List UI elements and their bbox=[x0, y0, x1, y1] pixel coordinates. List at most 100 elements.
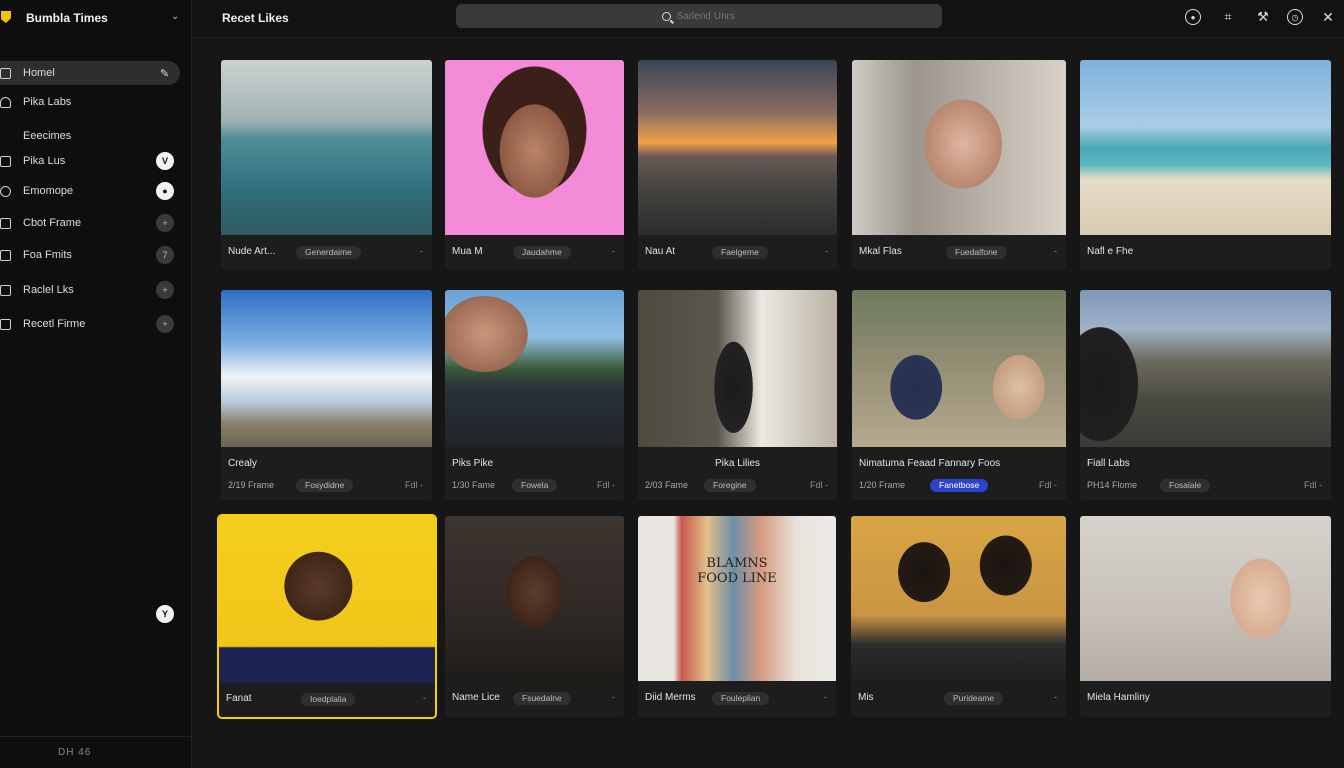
more-options-icon[interactable]: Fdl - bbox=[1039, 480, 1057, 490]
sidebar-item-badge: ● bbox=[156, 182, 174, 200]
card-title: Piks Pike bbox=[452, 458, 494, 469]
media-card[interactable]: Miela Hamliny bbox=[1080, 516, 1331, 717]
media-card[interactable]: Nude Art... Generdaime - bbox=[221, 60, 432, 270]
thumbnail-image bbox=[445, 290, 624, 447]
more-options-icon[interactable]: Fdl - bbox=[405, 480, 423, 490]
media-card[interactable]: Nau At Faelgeme - bbox=[638, 60, 837, 270]
more-options-icon[interactable]: Fdl - bbox=[1304, 480, 1322, 490]
media-card-selected[interactable]: Fanat Ioedplalia - bbox=[217, 514, 437, 719]
brand[interactable]: Bumbla Times ⌄ bbox=[0, 0, 192, 38]
grid-icon bbox=[0, 155, 11, 167]
list-icon bbox=[0, 318, 11, 330]
app-title: Bumbla Times bbox=[26, 11, 108, 25]
media-card[interactable]: Mua M Jaudahme - bbox=[445, 60, 624, 270]
sidebar-item-badge: + bbox=[156, 315, 174, 333]
card-tag[interactable]: Ioedplalia bbox=[301, 693, 356, 706]
card-tag[interactable]: Fsuedalne bbox=[513, 692, 571, 705]
card-tag[interactable]: Purideame bbox=[944, 692, 1004, 705]
media-card[interactable]: Mkal Flas Fuedalfone - bbox=[852, 60, 1066, 270]
card-tag[interactable]: Foregine bbox=[704, 479, 756, 492]
account-icon[interactable]: ● bbox=[1185, 9, 1201, 25]
close-icon[interactable]: ✕ bbox=[1320, 9, 1336, 25]
thumbnail-image bbox=[221, 60, 432, 235]
thumbnail-image bbox=[638, 60, 837, 235]
sidebar-footer-text: DH 46 bbox=[58, 747, 92, 758]
chevron-down-icon[interactable]: ⌄ bbox=[171, 11, 179, 22]
search-input[interactable] bbox=[676, 10, 737, 22]
card-title: Miela Hamliny bbox=[1087, 692, 1150, 703]
more-options-icon[interactable]: - bbox=[420, 246, 423, 256]
thumbnail-image bbox=[851, 516, 1066, 681]
more-options-icon[interactable]: - bbox=[824, 692, 827, 702]
crop-icon[interactable]: ⌗ bbox=[1220, 9, 1236, 25]
sidebar-item-label: Pika Labs bbox=[23, 96, 72, 108]
sidebar-item-home[interactable]: Homel ✎ bbox=[0, 61, 180, 85]
sidebar-item-badge: + bbox=[156, 214, 174, 232]
history-icon[interactable]: ◷ bbox=[1287, 9, 1303, 25]
sidebar-item-label: Foa Fmits bbox=[23, 249, 72, 261]
card-tag[interactable]: Generdaime bbox=[296, 246, 361, 259]
card-tag[interactable]: Fouleplian bbox=[712, 692, 770, 705]
more-options-icon[interactable]: Fdl - bbox=[597, 480, 615, 490]
sidebar-footer: DH 46 bbox=[0, 736, 192, 768]
card-title: Crealy bbox=[228, 458, 257, 469]
media-card[interactable]: Name Lice Fsuedalne - bbox=[445, 516, 624, 717]
thumbnail-image: BLAMNS FOOD LINE bbox=[638, 516, 836, 681]
more-options-icon[interactable]: Fdl - bbox=[810, 480, 828, 490]
sidebar-item-cbot-frame[interactable]: Cbot Frame + bbox=[0, 211, 180, 235]
card-tag[interactable]: Fanetbose bbox=[930, 479, 989, 492]
media-card[interactable]: Mis Purideame - bbox=[851, 516, 1066, 717]
page-title: Recet Likes bbox=[222, 11, 289, 25]
media-card[interactable]: Piks Pike 1/30 Fame Fowela Fdl - bbox=[445, 290, 624, 500]
thumbnail-image bbox=[852, 290, 1066, 447]
sidebar-item-pika-lus[interactable]: Pika Lus V bbox=[0, 149, 180, 173]
sidebar-item-raclel-lks[interactable]: Raclel Lks + bbox=[0, 278, 180, 302]
card-subtitle: 2/03 Fame bbox=[645, 480, 689, 490]
card-title: Diid Merms bbox=[645, 692, 696, 703]
more-options-icon[interactable]: - bbox=[423, 693, 426, 703]
more-options-icon[interactable]: - bbox=[825, 246, 828, 256]
sidebar-floating-badge[interactable]: Y bbox=[156, 605, 174, 623]
top-bar: Recet Likes ● ⌗ ⚒ ◷ ✕ bbox=[193, 0, 1344, 38]
sidebar-item-emomope[interactable]: Emomope ● bbox=[0, 179, 180, 203]
card-tag[interactable]: Fowela bbox=[512, 479, 558, 492]
media-card[interactable]: Nimatuma Feaad Fannary Foos 1/20 Frame F… bbox=[852, 290, 1066, 500]
card-tag[interactable]: Fosydidne bbox=[296, 479, 354, 492]
tools-icon[interactable]: ⚒ bbox=[1255, 9, 1271, 25]
thumbnail-image bbox=[1080, 60, 1331, 235]
search-bar[interactable] bbox=[456, 4, 942, 28]
media-card[interactable]: Pika Lilies 2/03 Fame Foregine Fdl - bbox=[638, 290, 837, 500]
sidebar-item-label: Raclel Lks bbox=[23, 284, 74, 296]
sidebar: Bumbla Times ⌄ Homel ✎ Pika Labs Eeecime… bbox=[0, 0, 192, 768]
sidebar-item-pika-labs[interactable]: Pika Labs bbox=[0, 90, 180, 114]
card-tag[interactable]: Jaudahme bbox=[513, 246, 571, 259]
card-subtitle: 1/20 Frame bbox=[859, 480, 906, 490]
more-options-icon[interactable]: - bbox=[1054, 692, 1057, 702]
thumbnail-image bbox=[219, 516, 435, 683]
more-options-icon[interactable]: - bbox=[1054, 246, 1057, 256]
card-title: Fiall Labs bbox=[1087, 458, 1130, 469]
card-tag[interactable]: Fuedalfone bbox=[946, 246, 1007, 259]
sidebar-item-badge: 7 bbox=[156, 246, 174, 264]
sidebar-item-recetl-firme[interactable]: Recetl Firme + bbox=[0, 312, 180, 336]
thumbnail-image bbox=[221, 290, 432, 447]
media-card[interactable]: Fiall Labs PH14 Flome Fosaiale Fdl - bbox=[1080, 290, 1331, 500]
sidebar-item-label: Emomope bbox=[23, 185, 74, 197]
card-title: Fanat bbox=[226, 693, 252, 704]
pencil-icon[interactable]: ✎ bbox=[160, 67, 169, 80]
heart-icon bbox=[0, 284, 11, 296]
card-tag[interactable]: Fosaiale bbox=[1160, 479, 1211, 492]
more-options-icon[interactable]: - bbox=[612, 692, 615, 702]
home-icon bbox=[0, 67, 11, 79]
sidebar-item-foa-fmits[interactable]: Foa Fmits 7 bbox=[0, 243, 180, 267]
thumbnail-image bbox=[638, 290, 837, 447]
media-card[interactable]: Nafl e Fhe bbox=[1080, 60, 1331, 270]
media-card[interactable]: Crealy 2/19 Frame Fosydidne Fdl - bbox=[221, 290, 432, 500]
card-title: Mkal Flas bbox=[859, 246, 902, 257]
card-tag[interactable]: Faelgeme bbox=[712, 246, 768, 259]
media-card[interactable]: BLAMNS FOOD LINE Diid Merms Fouleplian - bbox=[638, 516, 836, 717]
chat-icon bbox=[0, 217, 11, 229]
sidebar-item-label: Cbot Frame bbox=[23, 217, 82, 229]
more-options-icon[interactable]: - bbox=[612, 246, 615, 256]
thumbnail-image bbox=[1080, 290, 1331, 447]
